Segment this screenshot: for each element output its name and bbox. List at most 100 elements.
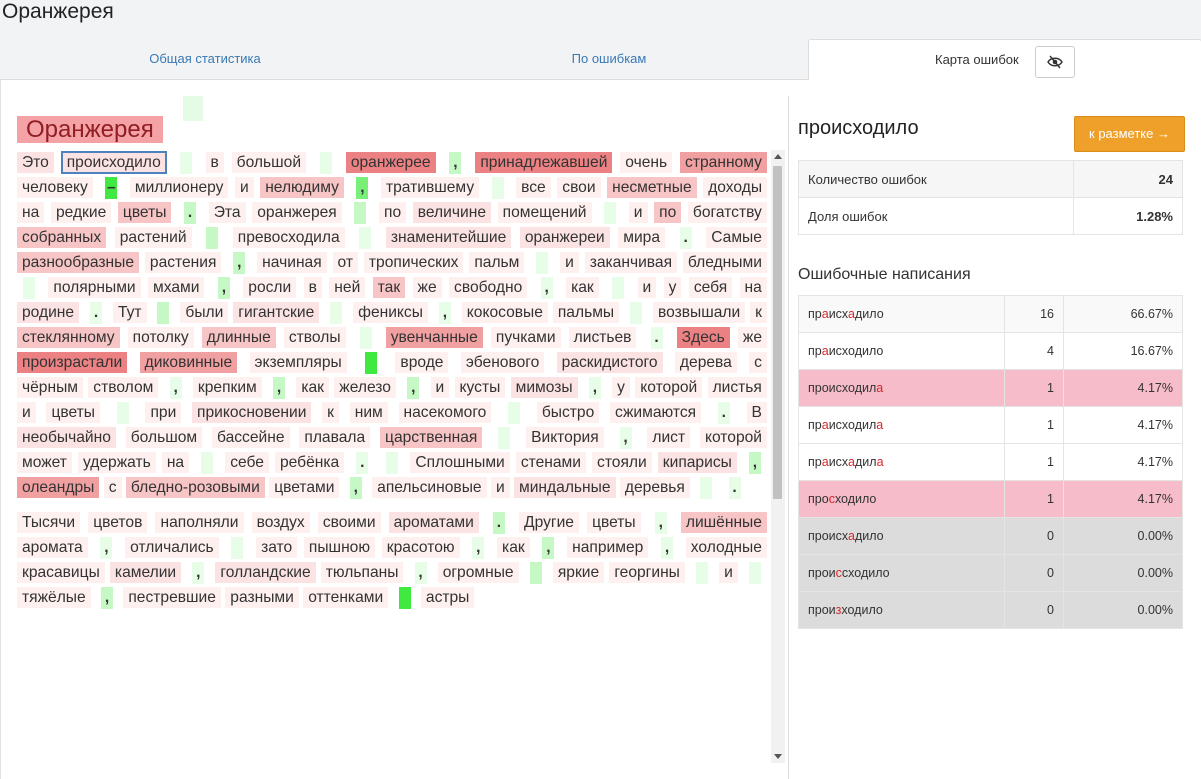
punctuation-mark[interactable]: . (492, 511, 505, 534)
text-word[interactable]: возвышали (652, 302, 746, 323)
punctuation-mark[interactable]: , (407, 376, 420, 399)
text-word[interactable]: вроде (395, 352, 449, 373)
text-word[interactable]: и (560, 252, 579, 273)
punctuation-mark[interactable] (330, 301, 343, 324)
text-word[interactable]: были (180, 302, 229, 323)
text-word[interactable]: бледно-розовыми (125, 477, 265, 498)
text-word[interactable]: лишённые (680, 512, 767, 533)
text-word[interactable]: в (303, 277, 322, 298)
text-word[interactable]: происходило (60, 151, 167, 174)
punctuation-mark[interactable]: , (748, 451, 761, 474)
text-word[interactable]: большом (125, 427, 203, 448)
text-word[interactable]: и (17, 402, 36, 423)
text-word[interactable]: железо (334, 377, 396, 398)
text-word[interactable]: редкие (50, 202, 112, 223)
text-word[interactable]: оранжерее (345, 152, 436, 173)
punctuation-mark[interactable] (398, 586, 411, 609)
text-word[interactable]: Тут (112, 302, 147, 323)
punctuation-mark[interactable]: , (449, 151, 462, 174)
text-word[interactable]: плавала (299, 427, 371, 448)
text-word[interactable]: мхами (148, 277, 205, 298)
punctuation-mark[interactable]: . (650, 326, 663, 349)
punctuation-mark[interactable]: , (472, 536, 485, 559)
text-word[interactable]: тяжёлые (17, 587, 91, 608)
punctuation-mark[interactable]: , (542, 536, 555, 559)
text-word[interactable]: себе (225, 452, 269, 473)
text-word[interactable]: Эта (208, 202, 246, 223)
go-to-markup-button[interactable]: к разметке → (1074, 116, 1185, 152)
text-word[interactable]: ароматами (388, 512, 479, 533)
punctuation-mark[interactable] (536, 251, 549, 274)
misspelling-row[interactable]: произходило 0 0.00% (798, 591, 1183, 629)
punctuation-mark[interactable]: , (192, 561, 205, 584)
text-word[interactable]: олеандры (17, 477, 100, 498)
text-word[interactable]: бассейне (212, 427, 290, 448)
text-word[interactable]: листьев (568, 327, 637, 348)
text-word[interactable]: стояли (592, 452, 652, 473)
punctuation-mark[interactable] (604, 201, 617, 224)
document-title[interactable]: Оранжерея (17, 116, 163, 143)
punctuation-mark[interactable] (354, 201, 367, 224)
text-word[interactable]: по (654, 202, 682, 223)
title-punctuation-mark[interactable] (183, 96, 203, 121)
punctuation-mark[interactable] (365, 351, 378, 374)
punctuation-mark[interactable]: , (169, 376, 182, 399)
text-word[interactable]: себя (688, 277, 733, 298)
text-word[interactable]: Другие (519, 512, 579, 533)
punctuation-mark[interactable]: , (588, 376, 601, 399)
text-word[interactable]: величине (412, 202, 491, 223)
text-word[interactable]: пестревшие (123, 587, 221, 608)
text-word[interactable]: кипарисы (657, 452, 737, 473)
text-word[interactable]: камелии (109, 562, 182, 583)
scroll-down-arrow-icon[interactable] (774, 754, 782, 759)
text-word[interactable]: несметные (607, 177, 697, 198)
punctuation-mark[interactable] (201, 451, 214, 474)
text-word[interactable]: все (516, 177, 551, 198)
text-word[interactable]: кокосовые (461, 302, 548, 323)
punctuation-mark[interactable]: , (540, 276, 553, 299)
punctuation-mark[interactable]: , (349, 476, 362, 499)
text-word[interactable]: на (161, 452, 190, 473)
text-word[interactable]: и (234, 177, 254, 198)
text-word[interactable]: человеку (17, 177, 93, 198)
text-word[interactable]: эбенового (460, 352, 545, 373)
punctuation-mark[interactable]: , (356, 176, 369, 199)
punctuation-mark[interactable] (749, 561, 761, 584)
text-word[interactable]: тюльпаны (320, 562, 404, 583)
misspelling-row[interactable]: происхадило 0 0.00% (798, 517, 1183, 555)
text-word[interactable]: зато (256, 537, 298, 558)
text-word[interactable]: крепким (192, 377, 262, 398)
text-word[interactable]: сжимаются (610, 402, 702, 423)
punctuation-mark[interactable]: , (414, 561, 427, 584)
text-word[interactable]: холодные (685, 537, 767, 558)
text-word[interactable]: от (332, 252, 359, 273)
text-word[interactable]: яркие (552, 562, 605, 583)
text-word[interactable]: пышною (303, 537, 376, 558)
toggle-visibility-button[interactable] (1035, 46, 1075, 78)
scrollbar-thumb[interactable] (773, 166, 782, 499)
text-word[interactable]: стволом (88, 377, 159, 398)
text-word[interactable]: чёрным (17, 377, 84, 398)
text-word[interactable]: отличались (125, 537, 219, 558)
punctuation-mark[interactable] (696, 561, 709, 584)
text-word[interactable]: на (739, 277, 767, 298)
text-word[interactable]: цветы (117, 202, 172, 223)
text-word[interactable]: при (145, 402, 182, 423)
text-word[interactable]: Сплошными (410, 452, 510, 473)
punctuation-mark[interactable]: , (217, 276, 230, 299)
text-word[interactable]: раскидистого (556, 352, 663, 373)
text-word[interactable]: цветов (88, 512, 148, 533)
text-word[interactable]: цветами (269, 477, 340, 498)
text-word[interactable]: начиная (257, 252, 327, 273)
text-word[interactable]: разными (225, 587, 299, 608)
text-word[interactable]: деревья (619, 477, 690, 498)
misspelling-row[interactable]: просходило 1 4.17% (798, 480, 1183, 518)
text-word[interactable]: как (566, 277, 599, 298)
tab-by-errors[interactable]: По ошибкам (410, 39, 808, 79)
text-word[interactable]: доходы (703, 177, 767, 198)
text-word[interactable]: тратившему (380, 177, 480, 198)
text-word[interactable]: богатству (687, 202, 767, 223)
misspelling-row[interactable]: праисходило 4 16.67% (798, 332, 1183, 370)
text-word[interactable]: георгины (609, 562, 685, 583)
text-word[interactable]: и (430, 377, 450, 398)
